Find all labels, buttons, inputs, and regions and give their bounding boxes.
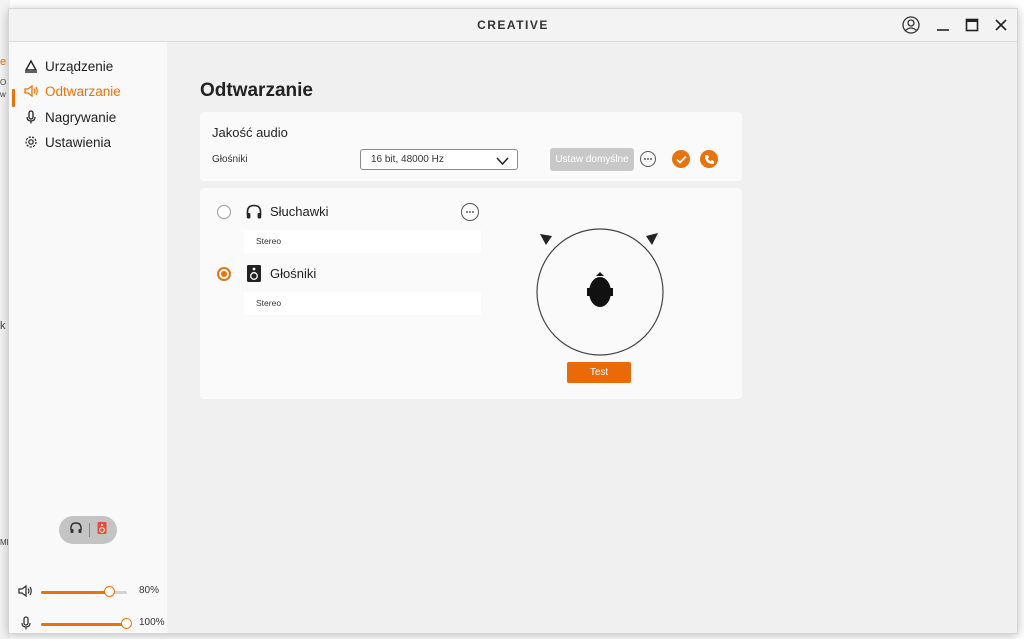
speaker-icon (23, 83, 39, 99)
speaker-icon (17, 584, 33, 603)
background-fragment: k (0, 320, 6, 332)
default-communication-phone-icon[interactable] (700, 150, 718, 168)
speakers-radio[interactable] (217, 267, 231, 281)
minimize-button[interactable] (930, 13, 956, 37)
sidebar-item-label: Nagrywanie (45, 109, 117, 125)
audio-format-select[interactable]: 16 bit, 48000 Hz (360, 149, 518, 170)
background-fragment: w (0, 90, 6, 99)
headphones-name: Słuchawki (270, 204, 329, 219)
headphones-icon (245, 203, 263, 221)
quality-title: Jakość audio (212, 125, 288, 140)
more-options-icon[interactable] (640, 151, 656, 167)
sidebar-item-label: Odtwarzanie (45, 83, 121, 99)
speaker-box-icon (96, 521, 108, 540)
slider-track[interactable] (41, 586, 127, 597)
background-fragment: O (0, 78, 7, 87)
slider-knob[interactable] (121, 618, 132, 629)
headphones-icon (69, 521, 83, 540)
speakers-name: Głośniki (270, 266, 317, 281)
background-fragment: e (0, 56, 7, 68)
mic-volume-slider[interactable]: 100% (17, 614, 167, 633)
speaker-volume-slider[interactable]: 80% (17, 582, 167, 602)
slider-fill (41, 591, 110, 594)
chevron-down-icon (496, 154, 509, 173)
set-default-button[interactable]: Ustaw domyślne (550, 148, 634, 171)
headphones-mode[interactable]: Stereo (244, 230, 481, 253)
app-window: CREATIVE Urządzenie Odtwarzanie Nagrywan… (8, 8, 1018, 634)
speaker-box-icon (246, 264, 264, 282)
sidebar-item-label: Ustawienia (45, 134, 112, 150)
toggle-divider (88, 523, 90, 537)
title-bar: CREATIVE (9, 9, 1017, 42)
more-options-icon[interactable] (461, 203, 479, 221)
audio-quality-card: Jakość audio Głośniki 16 bit, 48000 Hz U… (200, 112, 742, 181)
page-title: Odtwarzanie (200, 80, 313, 101)
headphones-radio[interactable] (217, 205, 231, 219)
speaker-position-diagram (536, 228, 664, 356)
account-icon[interactable] (898, 13, 924, 37)
output-switch-toggle[interactable] (59, 516, 117, 544)
device-triangle-icon (23, 58, 39, 74)
mic-volume-value: 100% (139, 617, 165, 628)
close-button[interactable] (988, 13, 1014, 37)
sidebar-item-recording[interactable]: Nagrywanie (23, 106, 116, 128)
default-device-check-icon[interactable] (672, 150, 690, 168)
audio-format-value: 16 bit, 48000 Hz (371, 154, 444, 165)
sidebar: Urządzenie Odtwarzanie Nagrywanie Ustawi… (9, 42, 167, 633)
slider-track[interactable] (41, 618, 132, 629)
test-button[interactable]: Test (567, 362, 631, 383)
active-indicator (12, 89, 15, 107)
sidebar-item-device[interactable]: Urządzenie (23, 55, 113, 77)
outputs-card: Słuchawki Stereo Głośniki Stereo Test (200, 188, 742, 399)
sidebar-item-label: Urządzenie (45, 58, 114, 74)
maximize-button[interactable] (959, 13, 985, 37)
app-brand: CREATIVE (477, 18, 549, 32)
slider-knob[interactable] (103, 586, 115, 597)
microphone-icon (23, 109, 39, 125)
quality-device-label: Głośniki (212, 154, 248, 165)
slider-fill (41, 623, 127, 626)
microphone-icon (19, 616, 33, 633)
speakers-mode[interactable]: Stereo (244, 292, 481, 315)
gear-icon (23, 134, 39, 150)
speaker-volume-value: 80% (139, 585, 160, 596)
sidebar-item-playback[interactable]: Odtwarzanie (23, 80, 121, 102)
main-content: Odtwarzanie Jakość audio Głośniki 16 bit… (167, 42, 1017, 633)
sidebar-item-settings[interactable]: Ustawienia (23, 131, 111, 153)
